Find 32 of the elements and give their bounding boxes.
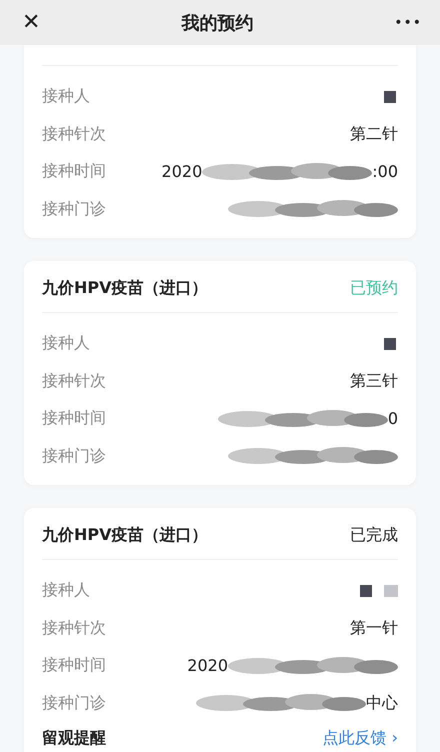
row-label: 接种人 (42, 86, 90, 108)
row-value: 2020 (162, 162, 202, 182)
close-button[interactable]: ✕ (22, 10, 40, 35)
row-value: 第二针 (350, 124, 398, 145)
pixelated-name (384, 338, 398, 350)
row-label: 接种针次 (42, 124, 106, 145)
row-value: 中心 (366, 692, 398, 714)
row-value: :00 (372, 162, 398, 182)
row-label: 接种门诊 (42, 198, 106, 220)
vaccine-name: 九价HPV疫苗（进口） (42, 278, 208, 298)
page-title: 我的预约 (181, 12, 254, 34)
row-value: 第一针 (350, 618, 398, 639)
row-label: 接种人 (42, 333, 90, 354)
row-label: 接种人 (42, 580, 90, 602)
status-label: 已预约 (350, 278, 398, 298)
status-label: 已完成 (350, 524, 398, 546)
vaccine-name: 九价HPV疫苗（进口） (42, 524, 208, 546)
feedback-link[interactable]: 点此反馈 › (322, 728, 398, 748)
row-value: 0 (388, 409, 398, 428)
row-label: 接种时间 (42, 408, 106, 430)
row-label: 接种时间 (42, 655, 106, 676)
row-label: 接种针次 (42, 618, 106, 639)
more-button[interactable]: ••• (394, 14, 422, 30)
row-label: 接种门诊 (42, 446, 106, 467)
pixelated-name (360, 584, 398, 597)
row-label: 接种门诊 (42, 692, 106, 714)
reminder-label: 留观提醒 (42, 728, 106, 748)
row-value: 第三针 (350, 370, 398, 392)
row-label: 接种时间 (42, 161, 106, 182)
pixelated-name (384, 90, 398, 103)
row-label: 接种针次 (42, 370, 106, 392)
row-value: 2020 (187, 656, 228, 676)
